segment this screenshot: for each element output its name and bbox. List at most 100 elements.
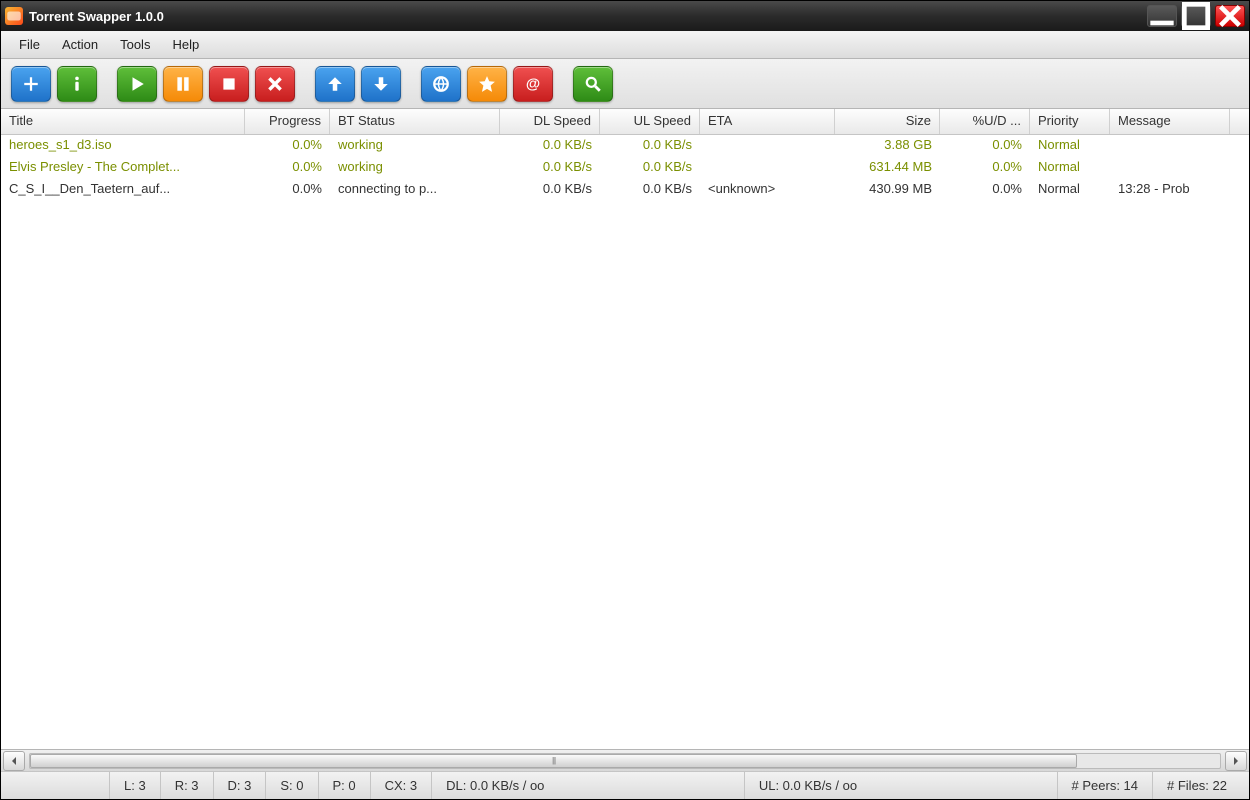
menu-file[interactable]: File [9,33,50,56]
window-title: Torrent Swapper 1.0.0 [29,9,1147,24]
table-row[interactable]: C_S_I__Den_Taetern_auf...0.0%connecting … [1,179,1249,201]
cell-ud: 0.0% [940,135,1030,157]
cell-eta [700,157,835,179]
scroll-right-button[interactable] [1225,751,1247,771]
move-up-button[interactable] [315,66,355,102]
col-eta[interactable]: ETA [700,109,835,134]
cell-eta: <unknown> [700,179,835,201]
info-button[interactable] [57,66,97,102]
favorite-button[interactable] [467,66,507,102]
status-d: D: 3 [213,772,266,799]
play-button[interactable] [117,66,157,102]
menu-tools[interactable]: Tools [110,33,160,56]
cell-message [1110,157,1230,179]
col-progress[interactable]: Progress [245,109,330,134]
cell-size: 430.99 MB [835,179,940,201]
maximize-button[interactable] [1181,5,1211,27]
cell-priority: Normal [1030,135,1110,157]
minimize-icon [1148,2,1176,30]
col-message[interactable]: Message [1110,109,1230,134]
cell-dl: 0.0 KB/s [500,179,600,201]
cell-progress: 0.0% [245,157,330,179]
cell-title: heroes_s1_d3.iso [1,135,245,157]
cell-ud: 0.0% [940,179,1030,201]
window-controls [1147,5,1245,27]
horizontal-scrollbar[interactable] [1,749,1249,771]
close-button[interactable] [1215,5,1245,27]
titlebar[interactable]: Torrent Swapper 1.0.0 [1,1,1249,31]
cell-dl: 0.0 KB/s [500,157,600,179]
col-priority[interactable]: Priority [1030,109,1110,134]
stop-icon [220,75,238,93]
status-files: # Files: 22 [1152,772,1241,799]
search-button[interactable] [573,66,613,102]
arrow-up-icon [326,75,344,93]
cell-message: 13:28 - Prob [1110,179,1230,201]
status-p: P: 0 [318,772,370,799]
peers-button[interactable] [421,66,461,102]
menubar: File Action Tools Help [1,31,1249,59]
col-ul-speed[interactable]: UL Speed [600,109,700,134]
play-icon [128,75,146,93]
close-icon [1216,2,1244,30]
menu-help[interactable]: Help [162,33,209,56]
globe-icon [432,75,450,93]
statusbar: L: 3 R: 3 D: 3 S: 0 P: 0 CX: 3 DL: 0.0 K… [1,771,1249,799]
remove-button[interactable] [255,66,295,102]
scroll-thumb[interactable] [30,754,1077,768]
status-l: L: 3 [109,772,160,799]
col-title[interactable]: Title [1,109,245,134]
pause-button[interactable] [163,66,203,102]
app-icon [5,7,23,25]
cell-ul: 0.0 KB/s [600,157,700,179]
cell-progress: 0.0% [245,179,330,201]
status-r: R: 3 [160,772,213,799]
plus-icon [22,75,40,93]
cell-ul: 0.0 KB/s [600,135,700,157]
col-bt-status[interactable]: BT Status [330,109,500,134]
chevron-right-icon [1232,757,1240,765]
table-header: Title Progress BT Status DL Speed UL Spe… [1,109,1249,135]
torrent-table: Title Progress BT Status DL Speed UL Spe… [1,109,1249,749]
cell-progress: 0.0% [245,135,330,157]
star-icon [478,75,496,93]
table-row[interactable]: Elvis Presley - The Complet...0.0%workin… [1,157,1249,179]
cell-dl: 0.0 KB/s [500,135,600,157]
scroll-left-button[interactable] [3,751,25,771]
status-s: S: 0 [265,772,317,799]
move-down-button[interactable] [361,66,401,102]
cell-status: connecting to p... [330,179,500,201]
app-window: Torrent Swapper 1.0.0 File Action Tools … [0,0,1250,800]
cell-priority: Normal [1030,157,1110,179]
cell-status: working [330,135,500,157]
cell-title: C_S_I__Den_Taetern_auf... [1,179,245,201]
cell-size: 3.88 GB [835,135,940,157]
at-icon: @ [524,75,542,93]
menu-action[interactable]: Action [52,33,108,56]
cell-size: 631.44 MB [835,157,940,179]
col-ud-ratio[interactable]: %U/D ... [940,109,1030,134]
cell-title: Elvis Presley - The Complet... [1,157,245,179]
svg-text:@: @ [526,76,540,92]
add-button[interactable] [11,66,51,102]
cell-priority: Normal [1030,179,1110,201]
minimize-button[interactable] [1147,5,1177,27]
table-row[interactable]: heroes_s1_d3.iso0.0%working0.0 KB/s0.0 K… [1,135,1249,157]
cell-ul: 0.0 KB/s [600,179,700,201]
status-dl: DL: 0.0 KB/s / oo [431,772,744,799]
web-button[interactable]: @ [513,66,553,102]
table-body: heroes_s1_d3.iso0.0%working0.0 KB/s0.0 K… [1,135,1249,749]
info-icon [68,75,86,93]
scroll-track[interactable] [29,753,1221,769]
cell-status: working [330,157,500,179]
chevron-left-icon [10,757,18,765]
status-cx: CX: 3 [370,772,432,799]
stop-button[interactable] [209,66,249,102]
search-icon [584,75,602,93]
cell-message [1110,135,1230,157]
col-dl-speed[interactable]: DL Speed [500,109,600,134]
col-size[interactable]: Size [835,109,940,134]
arrow-down-icon [372,75,390,93]
status-ul: UL: 0.0 KB/s / oo [744,772,1057,799]
cell-ud: 0.0% [940,157,1030,179]
